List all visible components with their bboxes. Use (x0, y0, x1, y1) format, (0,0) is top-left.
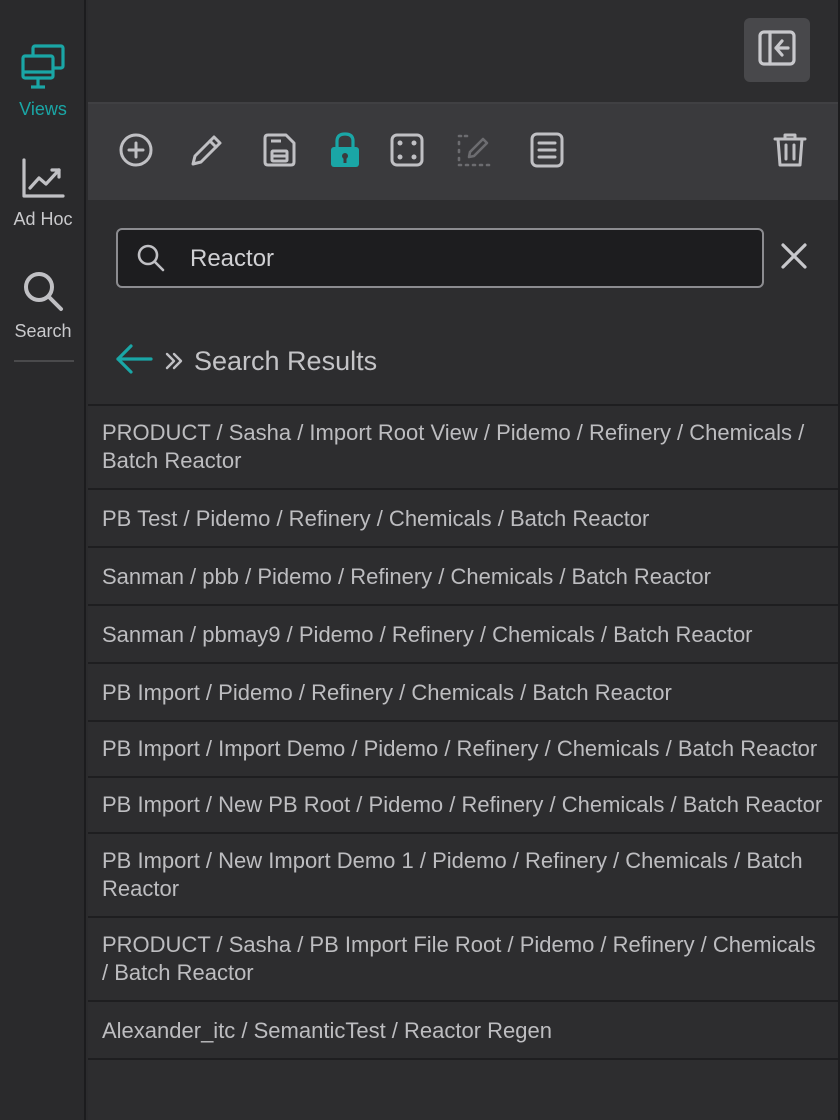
breadcrumb: Search Results (114, 336, 377, 386)
result-item[interactable]: Sanman / pbmay9 / Pidemo / Refinery / Ch… (88, 606, 838, 664)
result-item[interactable]: Sanman / pbb / Pidemo / Refinery / Chemi… (88, 548, 838, 606)
back-button[interactable] (114, 342, 154, 381)
clear-search-button[interactable] (776, 240, 812, 276)
layout-button[interactable] (387, 132, 427, 172)
search-icon (136, 243, 166, 278)
save-icon (261, 132, 297, 173)
search-box (116, 228, 764, 288)
trend-chart-icon (21, 158, 65, 205)
edit-icon (189, 132, 225, 173)
top-bar (88, 0, 838, 104)
edit-button[interactable] (187, 132, 227, 172)
result-item[interactable]: PRODUCT / Sasha / Import Root View / Pid… (88, 406, 838, 490)
search-input[interactable] (188, 240, 752, 278)
search-icon (22, 270, 64, 317)
toolbar (88, 104, 838, 200)
edit-area-button[interactable] (454, 132, 494, 172)
main-panel: Search Results PRODUCT / Sasha / Import … (88, 0, 840, 1120)
rail-divider (14, 360, 74, 362)
nav-item-label: Views (19, 99, 67, 119)
result-item[interactable]: PB Import / New Import Demo 1 / Pidemo /… (88, 834, 838, 918)
result-item[interactable]: PB Import / Import Demo / Pidemo / Refin… (88, 722, 838, 778)
double-chevron-right-icon (164, 351, 184, 371)
dice-icon (389, 132, 425, 173)
nav-item-views[interactable]: Views (0, 44, 86, 120)
edit-area-icon (456, 132, 492, 173)
nav-item-label: Search (14, 321, 72, 341)
close-icon (780, 242, 808, 275)
arrow-left-icon (114, 342, 154, 381)
lock-button[interactable] (325, 131, 365, 174)
add-button[interactable] (116, 132, 156, 172)
nav-item-ad-hoc[interactable]: Ad Hoc (0, 158, 86, 230)
result-item[interactable]: PB Test / Pidemo / Refinery / Chemicals … (88, 490, 838, 548)
trash-icon (773, 132, 807, 173)
details-button[interactable] (527, 132, 567, 172)
search-results-list: PRODUCT / Sasha / Import Root View / Pid… (88, 404, 838, 1060)
result-item[interactable]: Alexander_itc / SemanticTest / Reactor R… (88, 1002, 838, 1060)
result-item[interactable]: PB Import / Pidemo / Refinery / Chemical… (88, 664, 838, 722)
nav-item-label: Ad Hoc (13, 209, 73, 229)
result-item[interactable]: PB Import / New PB Root / Pidemo / Refin… (88, 778, 838, 834)
collapse-panel-icon (758, 29, 796, 71)
lock-icon (328, 131, 362, 174)
result-item[interactable]: PRODUCT / Sasha / PB Import File Root / … (88, 918, 838, 1002)
list-icon (530, 132, 564, 173)
save-button[interactable] (259, 132, 299, 172)
nav-item-search[interactable]: Search (0, 270, 86, 342)
monitors-icon (21, 44, 65, 95)
add-icon (118, 132, 154, 173)
delete-button[interactable] (770, 132, 810, 172)
breadcrumb-title: Search Results (194, 345, 378, 376)
collapse-panel-button[interactable] (744, 18, 810, 82)
nav-rail: Views Ad Hoc Search (0, 0, 86, 1120)
